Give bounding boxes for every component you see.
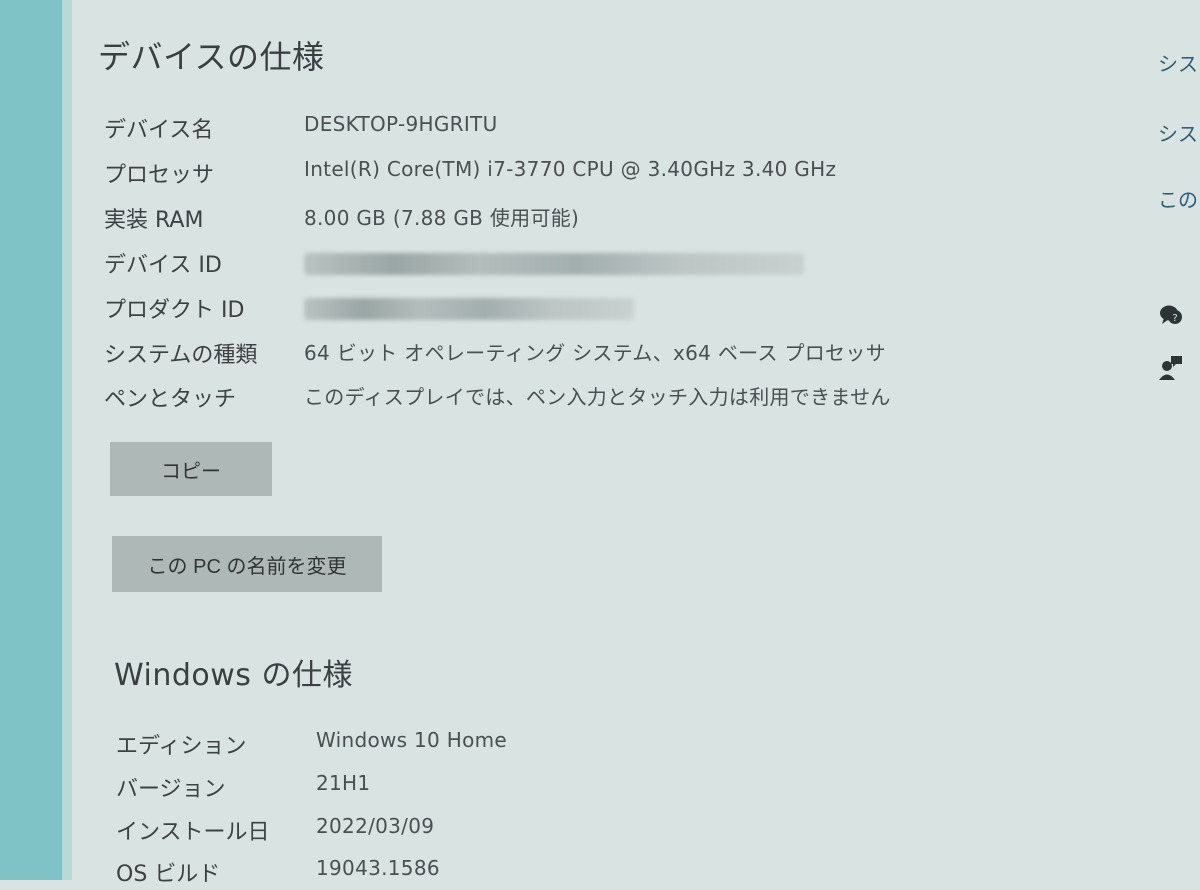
device-spec-title: デバイスの仕様 [98, 38, 325, 76]
spec-value: Windows 10 Home [316, 728, 508, 752]
spec-row-system-type: システムの種類 64 ビット オペレーティング システム、x64 ベース プロセ… [104, 337, 1004, 371]
spec-label: OS ビルド [116, 862, 221, 887]
windows-spec-title: Windows の仕様 [114, 658, 353, 693]
spec-label: システムの種類 [104, 343, 258, 368]
feedback-icon[interactable] [1158, 354, 1184, 380]
win-row-version: バージョン 21H1 [116, 771, 816, 805]
spec-label: エディション [116, 734, 247, 759]
spec-label: プロダクト ID [104, 298, 245, 323]
win-row-install-date: インストール日 2022/03/09 [116, 814, 816, 848]
help-chat-icon[interactable]: ? [1158, 302, 1184, 328]
spec-value: DESKTOP-9HGRITU [304, 112, 498, 136]
spec-row-device-id: デバイス ID [104, 247, 1004, 281]
spec-label: バージョン [116, 777, 226, 802]
spec-label: デバイス名 [104, 118, 214, 143]
spec-value: 21H1 [316, 771, 371, 795]
related-link[interactable]: シス [1158, 118, 1200, 147]
spec-value: 19043.1586 [316, 856, 440, 880]
related-link[interactable]: シス [1158, 48, 1200, 77]
spec-value: 2022/03/09 [316, 814, 435, 838]
related-settings-column: シス シス この ? [1158, 0, 1200, 880]
spec-value: このディスプレイでは、ペン入力とタッチ入力は利用できません [304, 385, 891, 409]
spec-label: デバイス ID [104, 253, 222, 278]
redacted-product-id [304, 298, 634, 320]
copy-button[interactable]: コピー [110, 442, 272, 496]
spec-label: プロセッサ [104, 163, 215, 188]
win-row-os-build: OS ビルド 19043.1586 [116, 856, 816, 890]
spec-row-pen-touch: ペンとタッチ このディスプレイでは、ペン入力とタッチ入力は利用できません [104, 381, 1004, 415]
left-sidebar-edge [0, 0, 72, 880]
rename-pc-button[interactable]: この PC の名前を変更 [112, 536, 382, 592]
spec-value: 8.00 GB (7.88 GB 使用可能) [304, 206, 580, 230]
svg-text:?: ? [1172, 313, 1177, 324]
spec-value: Intel(R) Core(TM) i7-3770 CPU @ 3.40GHz … [304, 157, 837, 181]
win-row-edition: エディション Windows 10 Home [116, 728, 816, 762]
about-content: デバイスの仕様 デバイス名 DESKTOP-9HGRITU プロセッサ Inte… [72, 0, 1132, 887]
redacted-device-id [304, 253, 804, 275]
spec-value: 64 ビット オペレーティング システム、x64 ベース プロセッサ [304, 341, 886, 365]
spec-label: インストール日 [116, 820, 270, 845]
spec-row-device-name: デバイス名 DESKTOP-9HGRITU [104, 112, 1004, 146]
spec-row-ram: 実装 RAM 8.00 GB (7.88 GB 使用可能) [104, 202, 1004, 236]
spec-label: ペンとタッチ [104, 387, 237, 412]
spec-label: 実装 RAM [104, 208, 204, 233]
related-link[interactable]: この [1158, 184, 1200, 213]
spec-row-product-id: プロダクト ID [104, 292, 1004, 326]
spec-row-processor: プロセッサ Intel(R) Core(TM) i7-3770 CPU @ 3.… [104, 157, 1004, 191]
